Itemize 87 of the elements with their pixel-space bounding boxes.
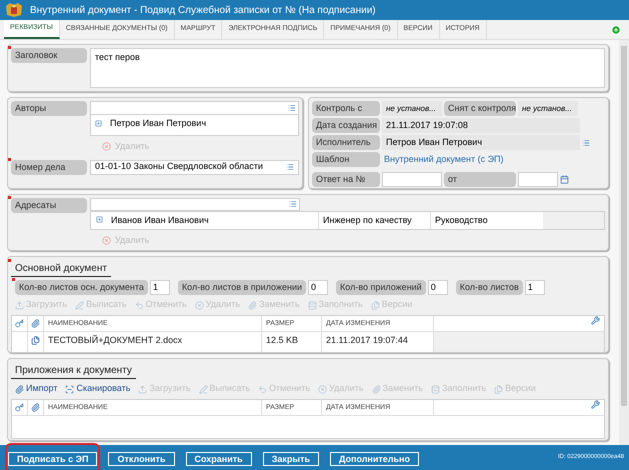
expand-icon[interactable] [95,120,102,128]
footer-button[interactable]: Отклонить [108,452,174,466]
delete-icon [318,384,328,394]
field-label: Кол-во приложений [336,280,426,295]
addressees-field[interactable] [90,198,300,211]
list-icon[interactable] [286,163,294,171]
field-label: Авторы [11,101,87,116]
expand-icon[interactable] [96,216,102,223]
pen-icon [198,384,208,394]
calendar-icon[interactable] [560,175,569,184]
field-label: Шаблон [312,152,380,167]
count-field[interactable]: 0 [308,280,328,295]
table-cell: Инженер по качеству [319,212,431,228]
control-from-value: не установ... [382,101,442,116]
removed-value: не установ... [518,101,578,116]
add-icon[interactable] [611,25,621,35]
count-field[interactable]: 0 [428,280,448,295]
count-field[interactable]: 1 [150,280,170,295]
count-field[interactable]: 1 [524,280,545,295]
paperclip-icon [15,384,24,394]
table-cell: 12.5 KB [262,332,322,352]
required-icon [8,158,11,160]
delete-icon [102,142,111,152]
undo-icon [134,300,144,310]
paperclip-icon [248,300,258,310]
footer-button[interactable]: Сохранить [186,452,252,466]
table-cell: Иванов Иван Иванович [107,212,319,228]
files-icon [370,300,380,310]
scan-icon [65,384,74,394]
section-title: Основной документ [11,261,111,277]
field-label: Дата создания [312,118,380,133]
field-label: Исполнитель [312,135,380,150]
settings-icon[interactable] [591,316,600,325]
paperclip-icon [372,384,381,394]
table-cell: ТЕСТОВЫЙ+ДОКУМЕНТ 2.docx [44,332,262,352]
field-label: от [444,172,516,187]
field-label: Номер дела [11,160,87,174]
list-icon[interactable] [582,138,590,146]
footer-button[interactable]: Закрыть [262,452,319,466]
field-label: Кол-во листов осн. документа [15,280,148,295]
reply-number-field[interactable] [382,172,442,187]
undo-icon [258,384,268,394]
field-label: Контроль с [312,101,380,116]
files-icon [494,384,504,394]
list-icon[interactable] [289,200,297,208]
settings-icon[interactable] [591,400,600,409]
field-label: Кол-во листов в приложении [178,280,306,295]
toolbar-button[interactable]: Сканировать [65,382,130,396]
template-link[interactable]: Внутренний документ (с ЭП) [382,152,506,167]
required-icon [12,278,15,281]
date-field[interactable] [518,172,558,187]
required-icon [8,196,11,199]
authors-field[interactable] [90,101,299,115]
field-label: Снят с контроля [444,101,516,116]
table-cell-text: Руководство [434,214,489,227]
executor-value: Петров Иван Петрович [382,135,580,150]
field-label: Кол-во листов [456,280,523,295]
footer-button[interactable]: Подписать с ЭП [8,452,98,466]
database-icon [308,300,317,310]
field-label: Ответ на № [312,172,380,187]
field-label: Заголовок [11,48,87,63]
window-title: Внутренний документ - Подвид Служебной записки от № (На подписании) [30,4,376,18]
field-label: Адресаты [11,198,87,213]
upload-icon [138,384,148,394]
case-number-field[interactable]: 01-01-10 Законы Свердловской области [90,160,299,174]
document-icon [31,336,40,345]
required-icon [8,259,11,262]
section-title: Приложения к документу [11,363,136,379]
key-icon [15,403,24,412]
toolbar-button[interactable]: Импорт [15,382,58,396]
pen-icon [75,300,84,310]
scrollbar-thumb[interactable] [621,46,627,406]
delete-icon [102,236,111,245]
title-field[interactable]: тест перов [90,48,605,88]
required-icon [8,46,11,49]
delete-icon [194,300,204,310]
scrollbar[interactable] [619,40,629,445]
paperclip-icon [31,403,40,412]
created-value: 21.11.2017 19:07:08 [382,118,580,133]
author-name: Петров Иван Петрович [110,117,206,130]
paperclip-icon [31,319,40,328]
upload-icon [15,300,24,310]
footer-button[interactable]: Дополнительно [330,452,419,466]
database-icon [430,384,440,394]
emblem-icon [4,2,24,18]
key-icon [15,319,24,328]
list-icon[interactable] [288,104,296,112]
